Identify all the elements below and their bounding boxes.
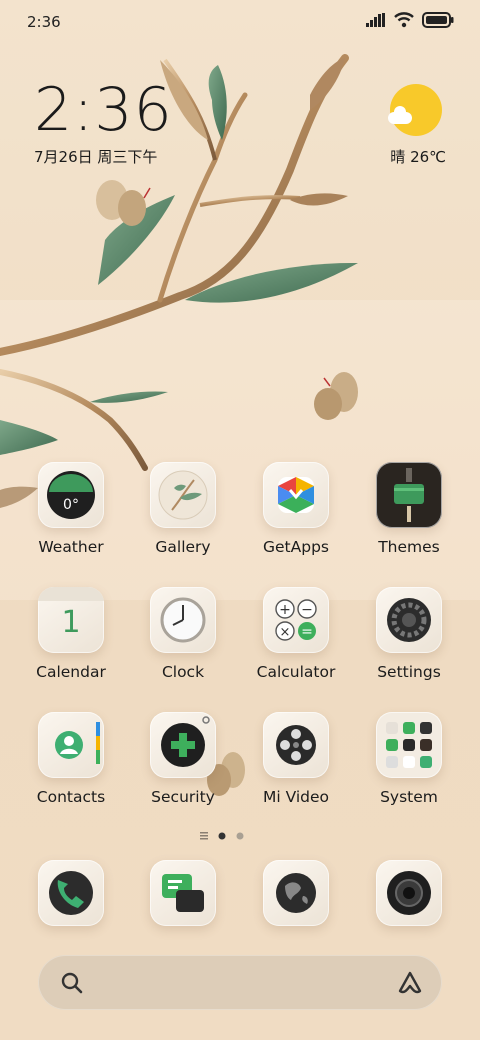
- app-label: Clock: [161, 663, 205, 681]
- app-mi-video[interactable]: Mi Video: [246, 712, 346, 806]
- clock-widget[interactable]: 2:36 7月26日 周三下午: [34, 78, 173, 167]
- gallery-icon: [150, 462, 216, 528]
- page-indicator[interactable]: [198, 830, 248, 842]
- wifi-icon: [394, 12, 414, 28]
- app-label: Gallery: [155, 538, 211, 556]
- app-weather[interactable]: 0° Weather: [21, 462, 121, 556]
- dock-messages[interactable]: [133, 860, 233, 926]
- themes-icon: [376, 462, 442, 528]
- dock-camera[interactable]: [359, 860, 459, 926]
- app-label: System: [380, 788, 438, 806]
- app-label: GetApps: [263, 538, 329, 556]
- weather-widget[interactable]: 晴 26℃: [388, 84, 446, 166]
- app-contacts[interactable]: Contacts: [21, 712, 121, 806]
- app-label: Contacts: [36, 788, 106, 806]
- getapps-icon: [263, 462, 329, 528]
- settings-icon: [376, 587, 442, 653]
- weather-icon-temp: 0°: [63, 497, 79, 513]
- app-label: Security: [151, 788, 215, 806]
- phone-icon: [38, 860, 104, 926]
- app-label: Themes: [378, 538, 440, 556]
- app-settings[interactable]: Settings: [359, 587, 459, 681]
- app-security[interactable]: Security: [133, 712, 233, 806]
- mi-video-icon: [263, 712, 329, 778]
- svg-text:=: =: [301, 624, 313, 640]
- clock-date: 7月26日 周三下午: [34, 148, 158, 166]
- svg-text:−: −: [301, 602, 313, 618]
- app-clock[interactable]: Clock: [133, 587, 233, 681]
- app-label: Calculator: [256, 663, 336, 681]
- app-calendar[interactable]: 1 Calendar: [21, 587, 121, 681]
- security-icon: [150, 712, 216, 778]
- calendar-icon-day: 1: [61, 605, 81, 640]
- calendar-icon: 1: [38, 587, 104, 653]
- search-icon: [61, 972, 83, 994]
- status-icons: [366, 12, 454, 28]
- status-time: 2:36: [27, 13, 61, 31]
- battery-icon: [422, 12, 454, 28]
- browser-icon: [263, 860, 329, 926]
- clock-icon: [150, 587, 216, 653]
- camera-icon: [376, 860, 442, 926]
- weather-text: 晴 26℃: [390, 148, 446, 166]
- app-system-folder[interactable]: System: [359, 712, 459, 806]
- dock-phone[interactable]: [21, 860, 121, 926]
- signal-icon: [366, 13, 385, 27]
- svg-text:+: +: [279, 602, 291, 618]
- sun-cloud-icon: [388, 84, 442, 136]
- app-label: Settings: [377, 663, 441, 681]
- messages-icon: [150, 860, 216, 926]
- app-label: Weather: [38, 538, 104, 556]
- clock-time: 2:36: [34, 75, 173, 145]
- app-getapps[interactable]: GetApps: [246, 462, 346, 556]
- search-bar[interactable]: [38, 955, 442, 1010]
- calculator-icon: + − × =: [263, 587, 329, 653]
- app-calculator[interactable]: + − × = Calculator: [246, 587, 346, 681]
- svg-text:×: ×: [280, 625, 291, 640]
- app-label: Calendar: [36, 663, 106, 681]
- assistant-icon[interactable]: [396, 970, 424, 996]
- app-gallery[interactable]: Gallery: [133, 462, 233, 556]
- app-themes[interactable]: Themes: [359, 462, 459, 556]
- contacts-icon: [38, 712, 104, 778]
- weather-app-icon: 0°: [38, 462, 104, 528]
- app-label: Mi Video: [262, 788, 330, 806]
- dock-browser[interactable]: [246, 860, 346, 926]
- status-bar: 2:36: [0, 0, 480, 44]
- system-folder-icon: [376, 712, 442, 778]
